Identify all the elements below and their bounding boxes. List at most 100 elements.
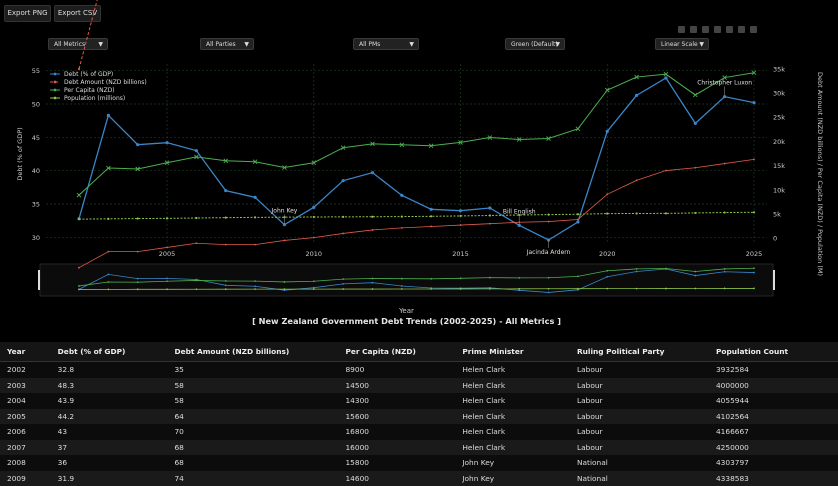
data-point	[459, 209, 462, 212]
range-slider-point	[636, 271, 638, 273]
x-tick-label: 2010	[306, 250, 323, 258]
range-slider-point	[694, 271, 696, 273]
table-cell: 15600	[338, 409, 455, 425]
table-cell: 35	[167, 362, 338, 378]
data-point	[693, 93, 697, 97]
range-slider-point	[430, 226, 432, 228]
table-cell: 3932584	[709, 362, 838, 378]
range-slider-point	[78, 285, 80, 287]
data-point	[635, 94, 638, 97]
data-point	[724, 211, 726, 213]
legend-marker-0	[54, 73, 57, 76]
table-cell: Helen Clark	[455, 409, 570, 425]
range-slider-point	[78, 267, 80, 269]
table-row: 2006437016800Helen ClarkLabour4166667	[0, 424, 838, 440]
range-slider-point	[724, 268, 726, 270]
table-cell: 16800	[338, 424, 455, 440]
data-point	[165, 141, 168, 144]
table-cell: Labour	[570, 424, 709, 440]
table-cell: Helen Clark	[455, 424, 570, 440]
range-slider-point	[225, 280, 227, 282]
table-cell: 74	[167, 471, 338, 486]
range-slider-point	[372, 278, 374, 280]
data-point	[78, 218, 80, 220]
table-cell: 44.2	[51, 409, 168, 425]
range-slider-point	[577, 275, 579, 277]
table-cell: Labour	[570, 393, 709, 409]
table-cell: 2005	[0, 409, 51, 425]
data-point	[342, 216, 344, 218]
range-slider-point	[636, 179, 638, 181]
y-tick-label: 50	[32, 101, 40, 109]
annotation-label: Jacinda Ardern	[526, 249, 571, 256]
range-slider-point	[166, 277, 168, 279]
data-point	[606, 130, 609, 133]
data-point	[107, 114, 110, 117]
range-slider-point	[342, 283, 344, 285]
column-header[interactable]: Year	[0, 342, 51, 362]
legend-entry: Population (millions)	[64, 95, 125, 102]
table-row: 200232.8358900Helen ClarkLabour3932584	[0, 362, 838, 378]
table-cell: 70	[167, 424, 338, 440]
range-slider-point	[430, 288, 432, 290]
column-header[interactable]: Debt Amount (NZD billions)	[167, 342, 338, 362]
table-cell: 14300	[338, 393, 455, 409]
range-slider-point	[107, 251, 109, 253]
table-row: 200931.97414600John KeyNational4338583	[0, 471, 838, 486]
table-cell: 2002	[0, 362, 51, 378]
range-slider-point	[137, 278, 139, 280]
series-line-3	[79, 212, 754, 219]
range-slider-point	[460, 288, 462, 290]
range-slider-point	[166, 280, 168, 282]
range-slider-point	[166, 288, 168, 290]
table-cell: 4303797	[709, 455, 838, 471]
column-header[interactable]: Ruling Political Party	[570, 342, 709, 362]
range-slider-point	[107, 288, 109, 290]
y2-tick-label: 5k	[773, 211, 781, 219]
table-row: 200443.95814300Helen ClarkLabour4055944	[0, 393, 838, 409]
range-slider-point	[430, 278, 432, 280]
data-point	[694, 212, 696, 214]
table-cell: Labour	[570, 378, 709, 394]
table-cell: 4000000	[709, 378, 838, 394]
range-slider-point	[195, 288, 197, 290]
table-row: 2007376816000Helen ClarkLabour4250000	[0, 440, 838, 456]
data-point	[166, 217, 168, 219]
range-slider-point	[254, 244, 256, 246]
series-line-2	[79, 73, 754, 195]
column-header[interactable]: Per Capita (NZD)	[338, 342, 455, 362]
range-slider-point	[694, 288, 696, 290]
table-cell: 4166667	[709, 424, 838, 440]
y-tick-label: 40	[32, 167, 40, 175]
table-cell: 58	[167, 393, 338, 409]
column-header[interactable]: Prime Minister	[455, 342, 570, 362]
range-slider-point	[665, 268, 667, 270]
x-tick-label: 2020	[599, 250, 616, 258]
range-slider-point	[753, 272, 755, 274]
x-tick-label: 2005	[159, 250, 176, 258]
data-point	[253, 196, 256, 199]
debt-trends-chart[interactable]: 30354045505505k10k15k20k25k30k35k2005201…	[0, 0, 838, 335]
range-slider-point	[577, 288, 579, 290]
table-cell: 2006	[0, 424, 51, 440]
data-point	[430, 208, 433, 211]
data-point	[401, 215, 403, 217]
x-tick-label: 2025	[746, 250, 763, 258]
range-slider-point	[166, 247, 168, 249]
column-header[interactable]: Population Count	[709, 342, 838, 362]
range-slider-point	[401, 288, 403, 290]
data-point	[224, 189, 227, 192]
data-point	[752, 101, 755, 104]
range-slider-point	[225, 288, 227, 290]
range-slider-series-1	[79, 159, 754, 267]
range-slider-point	[665, 170, 667, 172]
column-header[interactable]: Debt (% of GDP)	[51, 342, 168, 362]
range-slider-point	[313, 288, 315, 290]
x-axis-title: Year	[398, 307, 414, 315]
range-slider-point	[401, 278, 403, 280]
range-slider-point	[694, 275, 696, 277]
table-cell: Helen Clark	[455, 393, 570, 409]
range-slider-point	[606, 270, 608, 272]
range-slider-point	[489, 288, 491, 290]
data-point	[225, 217, 227, 219]
